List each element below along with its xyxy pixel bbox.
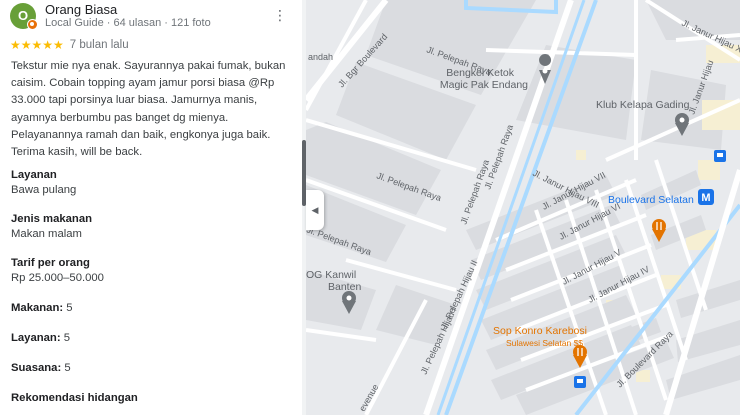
star-rating-icon: ★★★★★ xyxy=(10,38,64,52)
recommended-dishes-heading: Rekomendasi hidangan xyxy=(11,391,138,406)
poi-label-current-place[interactable]: Sop Konro Karebosi xyxy=(493,325,587,337)
road-label: andah xyxy=(308,52,333,62)
rating-value: 5 xyxy=(64,362,71,374)
poi-sublabel: Sulawesi Selatan $$ xyxy=(506,338,583,348)
rating-atmosphere: Suasana: 5 xyxy=(11,361,71,376)
poi-label[interactable]: Banten xyxy=(328,281,361,293)
poi-label[interactable]: OG Kanwil xyxy=(306,269,356,281)
reviewer-meta: Local Guide · 64 ulasan · 121 foto xyxy=(45,17,211,29)
attribute-label: Layanan xyxy=(11,169,57,181)
review-panel: O Orang Biasa Local Guide · 64 ulasan · … xyxy=(0,0,303,415)
rating-food: Makanan: 5 xyxy=(11,301,73,316)
attribute-label: Jenis makanan xyxy=(11,213,93,225)
attribute-label: Tarif per orang xyxy=(11,257,90,269)
attribute-value: Bawa pulang xyxy=(11,184,77,196)
collapse-panel-button[interactable]: ◀ xyxy=(306,190,324,230)
bus-stop-icon[interactable] xyxy=(574,376,586,388)
reviewer-name[interactable]: Orang Biasa xyxy=(45,2,117,17)
attribute-service: Layanan Bawa pulang xyxy=(11,168,76,198)
review-header: O Orang Biasa Local Guide · 64 ulasan · … xyxy=(10,2,295,32)
attribute-value: Makan malam xyxy=(11,228,82,240)
rating-service: Layanan: 5 xyxy=(11,331,70,346)
review-time: 7 bulan lalu xyxy=(69,39,129,51)
rating-label: Layanan: xyxy=(11,332,61,344)
attribute-price: Tarif per orang Rp 25.000–50.000 xyxy=(11,256,104,286)
review-text: Tekstur mie nya enak. Sayurannya pakai f… xyxy=(11,60,286,159)
poi-label[interactable]: Magic Pak Endang xyxy=(440,79,528,91)
map-canvas[interactable]: Jl. Bgr Boulevard Jl. Pelepah Raya Jl. P… xyxy=(306,0,740,415)
bus-stop-icon[interactable] xyxy=(714,150,726,162)
attribute-value: Rp 25.000–50.000 xyxy=(11,272,104,284)
poi-label[interactable]: Boulevard Selatan xyxy=(608,194,694,206)
recommended-dishes-label: Rekomendasi hidangan xyxy=(11,392,138,404)
more-options-icon[interactable]: ⋮ xyxy=(272,6,288,24)
attribute-meal-type: Jenis makanan Makan malam xyxy=(11,212,92,242)
poi-label[interactable]: Klub Kelapa Gading xyxy=(596,99,690,111)
map-graphic: Jl. Bgr Boulevard Jl. Pelepah Raya Jl. P… xyxy=(306,0,740,415)
rating-label: Suasana: xyxy=(11,362,62,374)
rating-value: 5 xyxy=(66,302,73,314)
rating-value: 5 xyxy=(63,332,71,344)
poi-label[interactable]: Bengkel Ketok xyxy=(446,67,514,79)
metro-letter: M xyxy=(701,192,710,204)
review-rating-row: ★★★★★ 7 bulan lalu xyxy=(10,37,129,53)
local-guide-badge-icon xyxy=(27,19,38,30)
rating-label: Makanan: xyxy=(11,302,64,314)
metro-station-icon[interactable]: M xyxy=(698,189,714,205)
